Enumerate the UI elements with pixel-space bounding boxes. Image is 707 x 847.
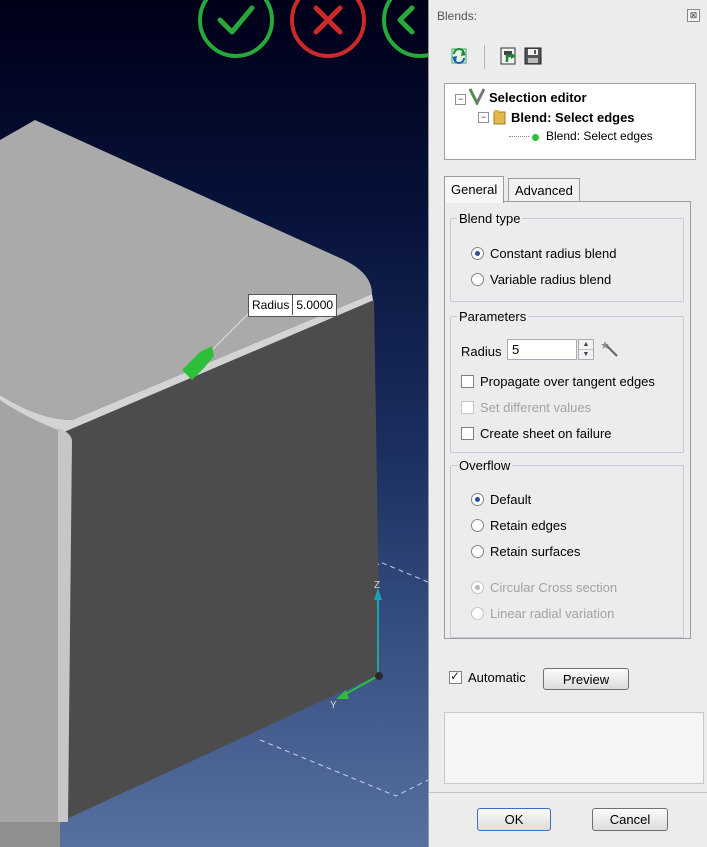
checkbox-icon[interactable] bbox=[461, 375, 474, 388]
radio-icon[interactable] bbox=[471, 273, 484, 286]
dashed-plane-edge-lower bbox=[259, 739, 428, 797]
create-sheet-label: Create sheet on failure bbox=[480, 426, 612, 441]
create-sheet-checkbox[interactable]: Create sheet on failure bbox=[461, 426, 612, 441]
toolbar-separator bbox=[484, 45, 485, 69]
variable-radius-option[interactable]: Variable radius blend bbox=[471, 272, 611, 287]
selection-editor-icon bbox=[468, 88, 486, 105]
collapse-icon[interactable]: − bbox=[478, 112, 489, 123]
radio-icon bbox=[471, 581, 484, 594]
radio-icon bbox=[471, 607, 484, 620]
set-different-values-checkbox: Set different values bbox=[461, 400, 591, 415]
linear-radial-variation-option: Linear radial variation bbox=[471, 606, 614, 621]
cancel-button[interactable]: Cancel bbox=[592, 808, 668, 831]
spin-up-icon[interactable]: ▲ bbox=[579, 340, 593, 350]
parameters-title: Parameters bbox=[457, 309, 529, 324]
blend-type-title: Blend type bbox=[457, 211, 523, 226]
radius-label: Radius bbox=[461, 344, 502, 359]
radius-tooltip[interactable]: Radius 5.0000 bbox=[248, 294, 338, 317]
refresh-icon[interactable] bbox=[449, 46, 469, 66]
model-scene: Z Y bbox=[0, 120, 428, 847]
green-dot-icon bbox=[532, 134, 539, 141]
overflow-default-option[interactable]: Default bbox=[471, 492, 531, 507]
collapse-icon[interactable]: − bbox=[455, 94, 466, 105]
circular-cross-section-label: Circular Cross section bbox=[490, 580, 618, 595]
tree-connector bbox=[509, 128, 529, 137]
blends-panel: Blends: ⊠ − Selection editor − Blend: Se bbox=[428, 0, 707, 847]
cancel-icon[interactable] bbox=[290, 0, 366, 58]
axis-origin bbox=[375, 672, 383, 680]
save-icon[interactable] bbox=[523, 46, 543, 66]
constant-radius-option[interactable]: Constant radius blend bbox=[471, 246, 616, 261]
tree-root-label[interactable]: Selection editor bbox=[489, 90, 587, 105]
back-icon[interactable] bbox=[382, 0, 428, 58]
tab-pane-general: Blend type Constant radius blend Variabl… bbox=[444, 201, 691, 639]
automatic-checkbox[interactable]: Automatic bbox=[449, 669, 526, 685]
circular-cross-section-option: Circular Cross section bbox=[471, 580, 617, 595]
radius-input-value: 5 bbox=[512, 342, 520, 357]
preview-button[interactable]: Preview bbox=[543, 668, 629, 690]
tab-general[interactable]: General bbox=[444, 176, 504, 203]
blend-type-group: Blend type Constant radius blend Variabl… bbox=[450, 211, 684, 302]
tab-advanced[interactable]: Advanced bbox=[508, 178, 580, 201]
footer-divider bbox=[429, 792, 707, 793]
measure-wand-icon[interactable] bbox=[601, 340, 621, 360]
overflow-title: Overflow bbox=[457, 458, 513, 473]
checkbox-icon bbox=[461, 401, 474, 414]
radius-spinner[interactable]: ▲ ▼ bbox=[578, 339, 594, 360]
load-icon[interactable] bbox=[499, 46, 519, 66]
checkbox-icon[interactable] bbox=[461, 427, 474, 440]
panel-title: Blends: bbox=[437, 9, 478, 23]
overflow-retain-surfaces-label: Retain surfaces bbox=[490, 544, 581, 559]
y-axis-label: Y bbox=[330, 700, 337, 711]
overflow-retain-edges-label: Retain edges bbox=[490, 518, 567, 533]
radio-icon[interactable] bbox=[471, 545, 484, 558]
variable-radius-label: Variable radius blend bbox=[490, 272, 612, 287]
tree-leaf-label[interactable]: Blend: Select edges bbox=[546, 129, 653, 143]
set-different-values-label: Set different values bbox=[480, 400, 592, 415]
radius-tooltip-value[interactable]: 5.0000 bbox=[293, 295, 336, 315]
overflow-default-label: Default bbox=[490, 492, 532, 507]
overflow-retain-edges-option[interactable]: Retain edges bbox=[471, 518, 567, 533]
cube-bottom bbox=[0, 822, 60, 847]
ok-button[interactable]: OK bbox=[477, 808, 551, 831]
constant-radius-label: Constant radius blend bbox=[490, 246, 617, 261]
linear-radial-variation-label: Linear radial variation bbox=[490, 606, 615, 621]
cube-left-face bbox=[0, 400, 64, 824]
viewport-controls bbox=[198, 0, 428, 58]
overflow-retain-surfaces-option[interactable]: Retain surfaces bbox=[471, 544, 580, 559]
z-axis-label: Z bbox=[374, 580, 380, 591]
3d-viewport[interactable]: Z Y Radius 5.0000 bbox=[0, 0, 428, 847]
automatic-label: Automatic bbox=[468, 670, 526, 685]
checkbox-icon[interactable] bbox=[449, 669, 462, 684]
spin-down-icon[interactable]: ▼ bbox=[579, 350, 593, 359]
accept-icon[interactable] bbox=[198, 0, 274, 58]
selection-tree: − Selection editor − Blend: Select edges… bbox=[444, 83, 696, 160]
propagate-label: Propagate over tangent edges bbox=[480, 374, 655, 389]
close-icon[interactable]: ⊠ bbox=[687, 9, 700, 22]
radio-icon[interactable] bbox=[471, 493, 484, 506]
tree-child-label[interactable]: Blend: Select edges bbox=[511, 110, 635, 125]
radius-tooltip-label: Radius bbox=[249, 295, 294, 315]
folder-icon bbox=[493, 110, 506, 125]
overflow-group: Overflow Default Retain edges Retain sur… bbox=[450, 458, 684, 638]
parameters-group: Parameters Radius 5 ▲ ▼ Propagate over t… bbox=[450, 309, 684, 453]
radius-input[interactable]: 5 bbox=[507, 339, 577, 360]
radio-icon[interactable] bbox=[471, 247, 484, 260]
radio-icon[interactable] bbox=[471, 519, 484, 532]
propagate-checkbox[interactable]: Propagate over tangent edges bbox=[461, 374, 655, 389]
message-area bbox=[444, 712, 704, 784]
